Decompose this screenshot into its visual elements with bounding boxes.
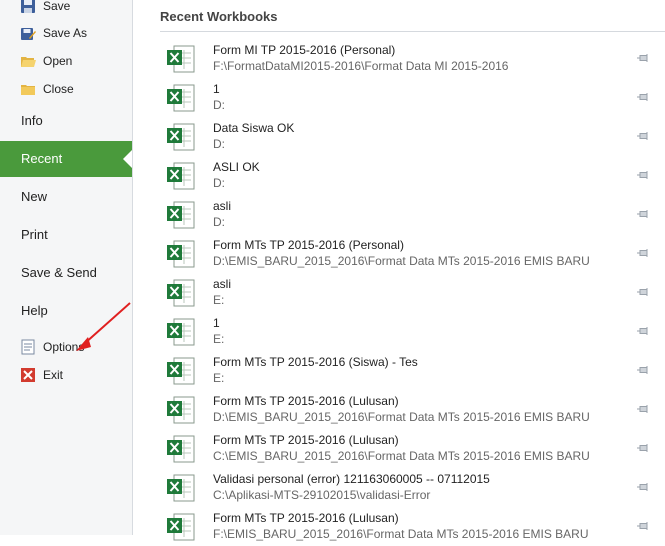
- pin-icon[interactable]: [637, 92, 651, 102]
- excel-file-icon: [167, 318, 195, 346]
- recent-panel: Recent Workbooks Form MI TP 2015-2016 (P…: [133, 0, 665, 541]
- excel-file-icon: [167, 357, 195, 385]
- nav-open[interactable]: Open: [0, 48, 132, 74]
- pin-icon[interactable]: [637, 209, 651, 219]
- nav-print-label: Print: [21, 227, 48, 242]
- recent-workbooks-title: Recent Workbooks: [160, 9, 278, 24]
- save-icon: [21, 0, 35, 13]
- nav-recent-label: Recent: [21, 151, 63, 166]
- recent-workbook-item[interactable]: Form MTs TP 2015-2016 (Lulusan) F:\EMIS_B…: [160, 507, 665, 546]
- excel-file-icon: [167, 435, 195, 463]
- nav-options-label: Options: [43, 340, 85, 354]
- workbook-name: 1: [213, 316, 220, 330]
- workbook-path: D:: [213, 98, 225, 112]
- excel-file-icon: [167, 396, 195, 424]
- workbook-name: asli: [213, 277, 232, 291]
- workbook-path: C:\EMIS_BARU_2015_2016\Format Data MTs 2…: [213, 449, 590, 463]
- workbook-path: D:\EMIS_BARU_2015_2016\Format Data MTs 2…: [213, 410, 590, 424]
- recent-workbook-item[interactable]: 1 E:: [160, 312, 665, 351]
- nav-help-label: Help: [21, 303, 48, 318]
- nav-save-send-label: Save & Send: [21, 265, 97, 280]
- workbook-name: Data Siswa OK: [213, 121, 295, 135]
- nav-recent[interactable]: Recent: [0, 141, 132, 177]
- excel-file-icon: [167, 240, 195, 268]
- nav-save-as[interactable]: Save As: [0, 20, 132, 46]
- workbook-path: E:: [213, 332, 225, 346]
- pin-icon[interactable]: [637, 131, 651, 141]
- workbook-path: C:\Aplikasi-MTS-29102015\validasi-Error: [213, 488, 431, 502]
- workbook-path: E:: [213, 371, 225, 385]
- workbook-name: Form MTs TP 2015-2016 (Siswa) - Tes: [213, 355, 418, 369]
- excel-file-icon: [167, 45, 195, 73]
- workbook-path: D:: [213, 176, 225, 190]
- workbook-path: F:\FormatDataMI2015-2016\Format Data MI …: [213, 59, 509, 73]
- workbook-name: 1: [213, 82, 220, 96]
- exit-icon: [21, 368, 35, 382]
- recent-workbook-item[interactable]: Form MTs TP 2015-2016 (Lulusan) C:\EMIS_B…: [160, 429, 665, 468]
- excel-file-icon: [167, 279, 195, 307]
- excel-file-icon: [167, 162, 195, 190]
- recent-workbook-item[interactable]: Validasi personal (error) 121163060005 -…: [160, 468, 665, 507]
- workbook-path: F:\EMIS_BARU_2015_2016\Format Data MTs 2…: [213, 527, 589, 541]
- workbook-path: E:: [213, 293, 225, 307]
- pin-icon[interactable]: [637, 248, 651, 258]
- recent-workbook-item[interactable]: Form MTs TP 2015-2016 (Personal) D:\EMIS_…: [160, 234, 665, 273]
- workbook-name: Form MTs TP 2015-2016 (Personal): [213, 238, 404, 252]
- excel-file-icon: [167, 474, 195, 502]
- workbook-name: Validasi personal (error) 121163060005 -…: [213, 472, 490, 486]
- nav-new-label: New: [21, 189, 48, 204]
- nav-close-label: Close: [43, 82, 74, 96]
- workbook-path: D:\EMIS_BARU_2015_2016\Format Data MTs 2…: [213, 254, 590, 268]
- backstage-nav: Save Save As Open Close Info Recent New …: [0, 0, 133, 535]
- nav-info[interactable]: Info: [0, 103, 132, 139]
- nav-exit-label: Exit: [43, 368, 64, 382]
- workbook-path: D:: [213, 137, 225, 151]
- excel-file-icon: [167, 123, 195, 151]
- pin-icon[interactable]: [637, 287, 651, 297]
- workbook-name: Form MTs TP 2015-2016 (Lulusan): [213, 433, 399, 447]
- nav-close[interactable]: Close: [0, 76, 132, 102]
- nav-new[interactable]: New: [0, 179, 132, 215]
- workbook-name: Form MTs TP 2015-2016 (Lulusan): [213, 511, 399, 525]
- pin-icon[interactable]: [637, 326, 651, 336]
- recent-workbook-item[interactable]: asli D:: [160, 195, 665, 234]
- save-as-icon: [21, 28, 36, 40]
- pin-icon[interactable]: [637, 443, 651, 453]
- pin-icon[interactable]: [637, 365, 651, 375]
- nav-print[interactable]: Print: [0, 217, 132, 253]
- workbook-name: Form MI TP 2015-2016 (Personal): [213, 43, 396, 57]
- recent-workbook-item[interactable]: asli E:: [160, 273, 665, 312]
- excel-file-icon: [167, 201, 195, 229]
- pin-icon[interactable]: [637, 170, 651, 180]
- pin-icon[interactable]: [637, 53, 651, 63]
- nav-exit[interactable]: Exit: [0, 362, 132, 388]
- nav-save-as-label: Save As: [43, 26, 88, 40]
- options-icon: [21, 339, 35, 355]
- close-folder-icon: [21, 85, 35, 95]
- title-divider: [160, 31, 665, 32]
- excel-file-icon: [167, 84, 195, 112]
- nav-save-send[interactable]: Save & Send: [0, 255, 132, 291]
- pin-icon[interactable]: [637, 482, 651, 492]
- workbook-name: asli: [213, 199, 232, 213]
- recent-workbook-item[interactable]: Form MTs TP 2015-2016 (Siswa) - Tes E:: [160, 351, 665, 390]
- recent-workbook-item[interactable]: ASLI OK D:: [160, 156, 665, 195]
- workbook-path: D:: [213, 215, 225, 229]
- recent-workbook-item[interactable]: Form MI TP 2015-2016 (Personal) F:\Format…: [160, 39, 665, 78]
- recent-workbook-item[interactable]: 1 D:: [160, 78, 665, 117]
- pin-icon[interactable]: [637, 404, 651, 414]
- nav-info-label: Info: [21, 113, 43, 128]
- nav-open-label: Open: [43, 54, 73, 68]
- excel-file-icon: [167, 513, 195, 541]
- recent-workbook-item[interactable]: Form MTs TP 2015-2016 (Lulusan) D:\EMIS_B…: [160, 390, 665, 429]
- workbook-name: ASLI OK: [213, 160, 260, 174]
- pin-icon[interactable]: [637, 521, 651, 531]
- nav-save[interactable]: Save: [0, 0, 132, 19]
- nav-help[interactable]: Help: [0, 293, 132, 329]
- nav-options[interactable]: Options: [0, 334, 132, 360]
- workbook-name: Form MTs TP 2015-2016 (Lulusan): [213, 394, 399, 408]
- open-folder-icon: [21, 57, 36, 67]
- nav-save-label: Save: [43, 0, 71, 13]
- recent-workbook-item[interactable]: Data Siswa OK D:: [160, 117, 665, 156]
